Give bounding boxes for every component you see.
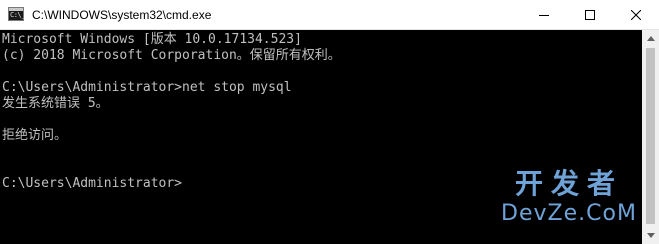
console-prompt-line[interactable]: C:\Users\Administrator> <box>2 176 182 192</box>
scroll-thumb[interactable] <box>646 48 655 224</box>
maximize-button[interactable] <box>567 0 613 30</box>
maximize-icon <box>585 10 595 20</box>
icon-label: C:\_ <box>10 11 25 19</box>
console-line: Microsoft Windows [版本 10.0.17134.523] <box>2 32 302 47</box>
title-bar[interactable]: C:\_ C:\WINDOWS\system32\cmd.exe <box>0 0 659 30</box>
close-icon <box>631 10 641 20</box>
console-line: 拒绝访问。 <box>2 128 68 143</box>
scroll-up-button[interactable] <box>642 30 659 47</box>
chevron-down-icon <box>646 233 655 238</box>
console-line: C:\Users\Administrator>net stop mysql <box>2 80 292 95</box>
console-line: 发生系统错误 5。 <box>2 96 109 111</box>
scroll-down-button[interactable] <box>642 227 659 244</box>
cmd-window: C:\_ C:\WINDOWS\system32\cmd.exe Microso… <box>0 0 659 244</box>
chevron-up-icon <box>646 36 655 41</box>
console-output[interactable]: Microsoft Windows [版本 10.0.17134.523] (c… <box>0 30 659 244</box>
window-title: C:\WINDOWS\system32\cmd.exe <box>32 8 212 22</box>
minimize-icon <box>539 15 549 16</box>
minimize-button[interactable] <box>521 0 567 30</box>
vertical-scrollbar[interactable] <box>642 30 659 244</box>
close-button[interactable] <box>613 0 659 30</box>
console-line: (c) 2018 Microsoft Corporation。保留所有权利。 <box>2 48 341 63</box>
cmd-app-icon[interactable]: C:\_ <box>8 7 25 21</box>
